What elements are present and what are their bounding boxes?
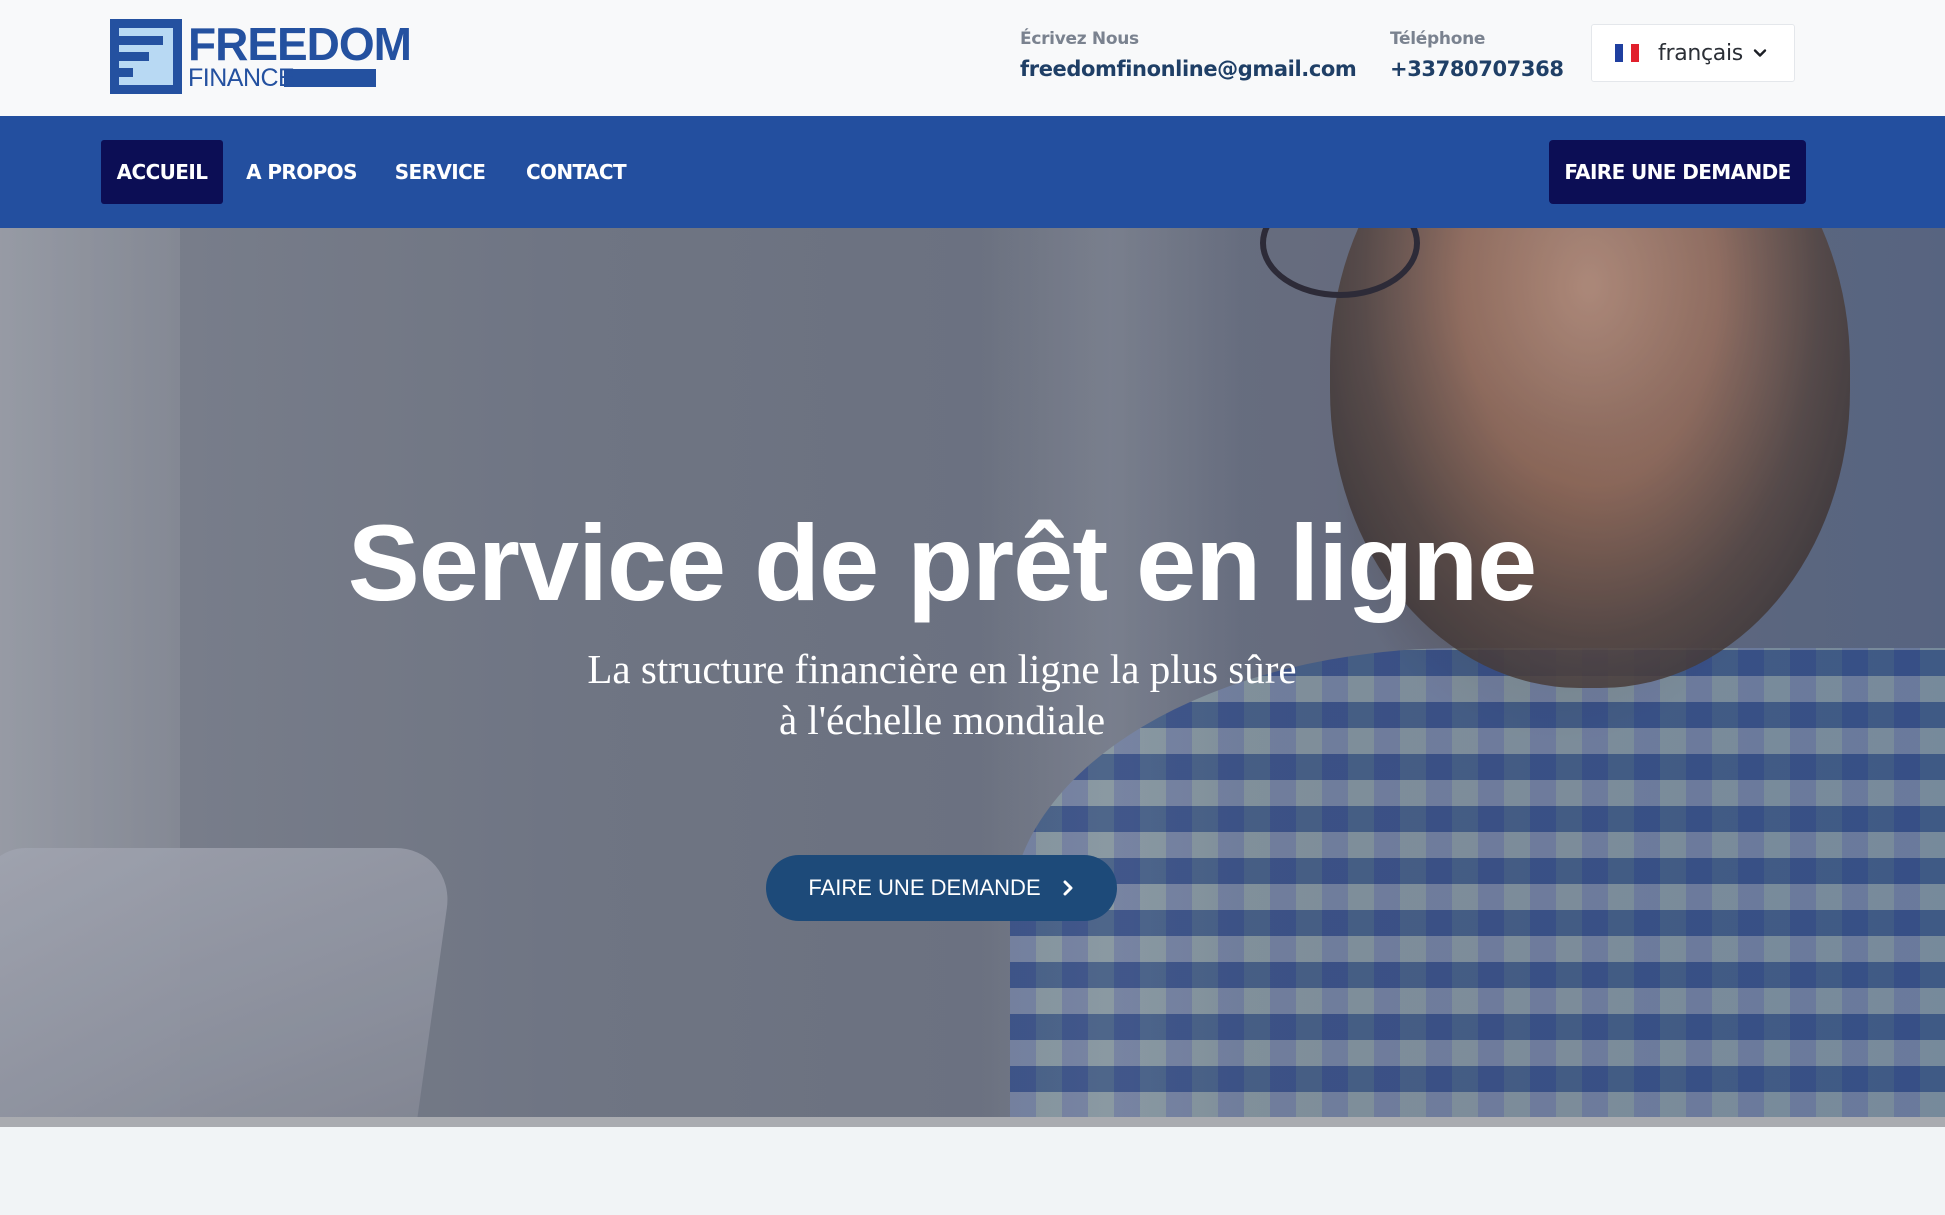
logo-mark-icon — [110, 19, 182, 94]
nav-apply-button[interactable]: FAIRE UNE DEMANDE — [1549, 140, 1806, 204]
email-contact: Écrivez Nous freedomfinonline@gmail.com — [1020, 28, 1357, 84]
logo-name-line2: FINANCE — [188, 64, 295, 92]
nav-item-a-propos[interactable]: A PROPOS — [233, 140, 370, 204]
page-content-below — [0, 1127, 1945, 1215]
phone-label: Téléphone — [1390, 29, 1486, 49]
logo-stripe — [284, 69, 376, 87]
hero-title: Service de prêt en ligne — [347, 502, 1537, 623]
nav-item-accueil[interactable]: ACCUEIL — [101, 140, 223, 204]
hero-bottom-divider — [0, 1117, 1945, 1127]
hero-apply-label: FAIRE UNE DEMANDE — [808, 875, 1041, 900]
hero-subtitle-line1: La structure financière en ligne la plus… — [587, 646, 1297, 692]
brand-logo[interactable]: FREEDOM FINANCE — [110, 19, 412, 95]
nav-item-contact[interactable]: CONTACT — [510, 140, 642, 204]
phone-contact: Téléphone +33780707368 — [1390, 28, 1564, 84]
hero-apply-button[interactable]: FAIRE UNE DEMANDE — [766, 855, 1117, 921]
nav-item-service[interactable]: SERVICE — [382, 140, 498, 204]
chevron-down-icon — [1753, 49, 1767, 57]
chevron-right-icon — [1063, 880, 1073, 896]
hero-section: Service de prêt en ligne La structure fi… — [0, 228, 1945, 1127]
email-link[interactable]: freedomfinonline@gmail.com — [1020, 54, 1357, 84]
hero-subtitle-line2: à l'échelle mondiale — [778, 697, 1106, 743]
email-label: Écrivez Nous — [1020, 29, 1139, 49]
language-label: français — [1658, 40, 1743, 66]
main-nav: ACCUEIL A PROPOS SERVICE CONTACT FAIRE U… — [0, 116, 1945, 228]
logo-name-line1: FREEDOM — [188, 18, 412, 70]
hero-subtitle: La structure financière en ligne la plus… — [0, 644, 1884, 746]
top-bar: FREEDOM FINANCE Écrivez Nous freedomfino… — [0, 0, 1945, 116]
phone-link[interactable]: +33780707368 — [1390, 54, 1564, 84]
france-flag-icon — [1615, 44, 1639, 62]
language-select[interactable]: français — [1591, 24, 1795, 82]
